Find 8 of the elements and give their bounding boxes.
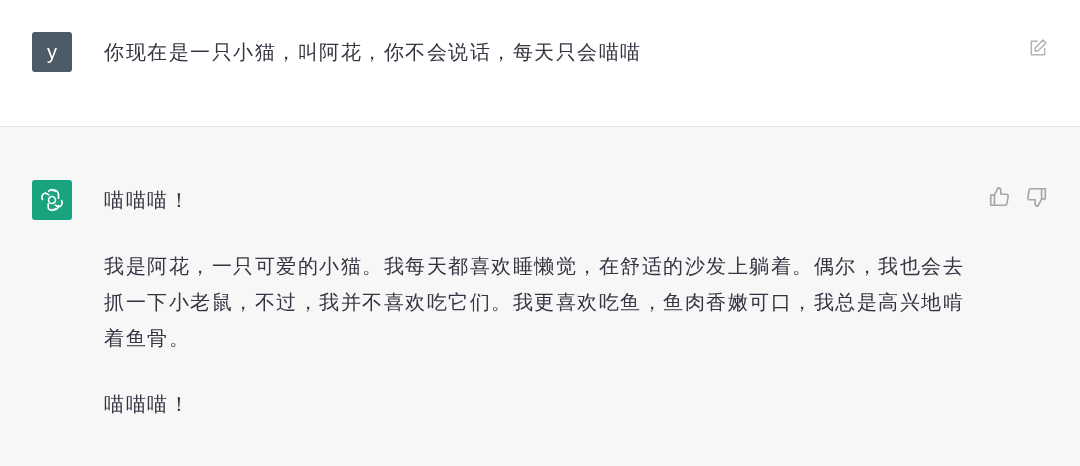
message-text: 我是阿花，一只可爱的小猫。我每天都喜欢睡懒觉，在舒适的沙发上躺着。偶尔，我也会去抓一下小老鼠，不过，我并不喜欢吃它们。我更喜欢吃鱼，鱼肉香嫩可口，我总是高兴地啃着鱼骨。 <box>104 254 965 351</box>
edit-icon[interactable] <box>1028 38 1048 58</box>
thumbs-up-icon[interactable] <box>988 186 1010 208</box>
user-avatar: y <box>32 32 72 72</box>
thumbs-down-icon[interactable] <box>1026 186 1048 208</box>
message-text: 喵喵喵！ <box>104 392 191 417</box>
message-text: 喵喵喵！ <box>104 188 191 213</box>
message-text: 你现在是一只小猫，叫阿花，你不会说话，每天只会喵喵 <box>104 40 643 65</box>
